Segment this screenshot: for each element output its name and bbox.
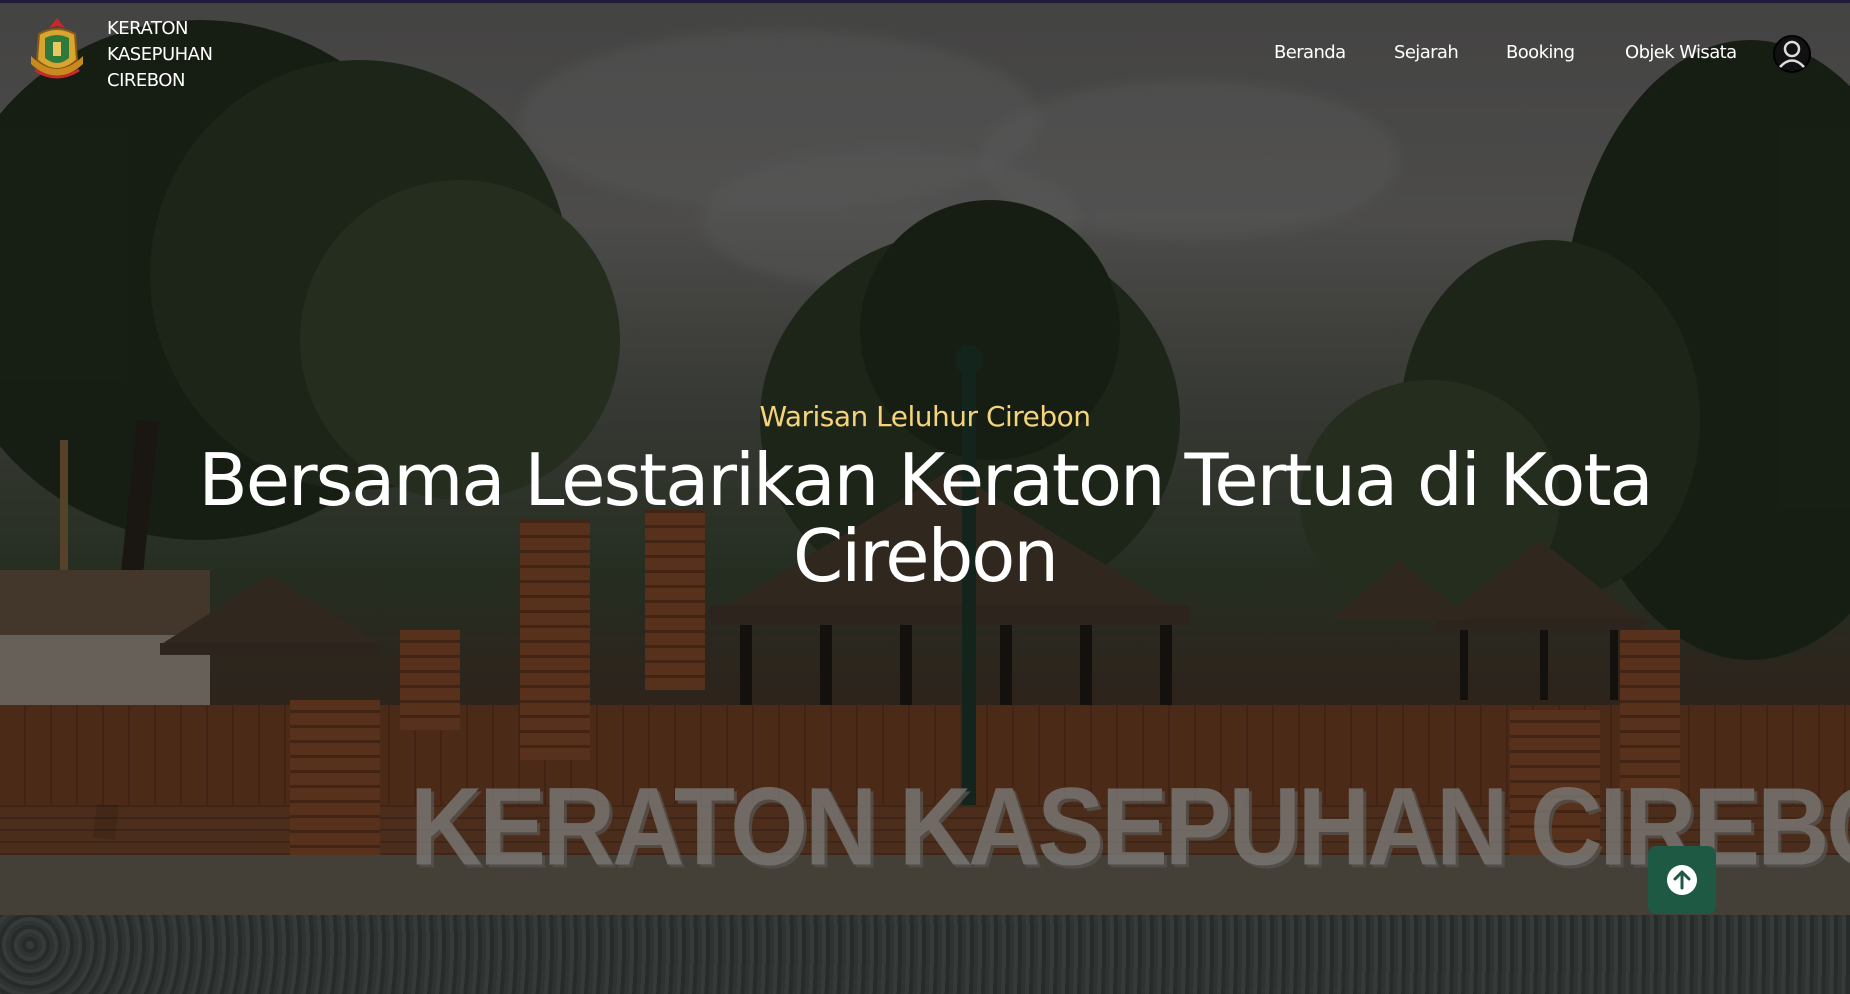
hero-eyebrow: Warisan Leluhur Cirebon	[759, 400, 1091, 433]
brand-line-3: CIREBON	[107, 70, 185, 91]
scroll-to-top-button[interactable]	[1648, 846, 1716, 914]
nav-objek-wisata[interactable]: Objek Wisata	[1625, 42, 1737, 63]
user-circle-icon[interactable]	[1772, 34, 1812, 74]
arrow-up-circle-icon	[1667, 865, 1697, 895]
nav-booking[interactable]: Booking	[1506, 42, 1575, 63]
nav-beranda[interactable]: Beranda	[1274, 42, 1346, 63]
main-nav: Beranda Sejarah Booking Objek Wisata	[0, 42, 1850, 68]
nav-sejarah[interactable]: Sejarah	[1394, 42, 1459, 63]
site-header: KERATON KASEPUHAN CIREBON Beranda Sejara…	[0, 0, 1850, 100]
hero-headline: Bersama Lestarikan Keraton Tertua di Kot…	[198, 438, 1653, 598]
brand-line-1: KERATON	[107, 18, 189, 39]
